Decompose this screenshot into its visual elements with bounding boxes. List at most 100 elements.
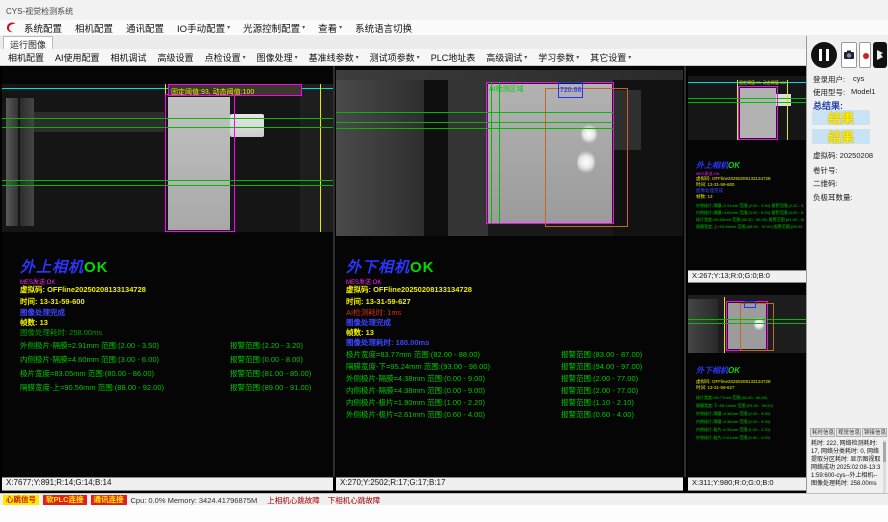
bottom-strip: [0, 505, 888, 522]
measurement-value: 外侧极片-隔膜=4.38mm 范围:(0.00 - 9.00): [696, 411, 770, 416]
process-time-text: 图像处理耗时: 180.00ms: [346, 337, 429, 348]
menu-item-camera-config[interactable]: 相机配置: [75, 21, 113, 35]
log-tab-vision[interactable]: 视觉信息: [836, 428, 861, 437]
overlay-line: [2, 185, 333, 186]
result-text: 结果: [828, 111, 854, 126]
menu-item-io-config[interactable]: IO手动配置▾: [177, 21, 230, 35]
alarm-range: 报警范围:(94.00 - 97.00): [561, 361, 642, 372]
scrollbar-thumb[interactable]: [883, 442, 886, 462]
overlay-line: [2, 127, 333, 128]
log-scrollbar[interactable]: [883, 440, 886, 498]
tool-button[interactable]: [873, 42, 887, 68]
pause-button[interactable]: [811, 42, 837, 68]
thumb-bottom-image[interactable]: [688, 295, 806, 353]
toolbar-camera-config[interactable]: 相机配置: [8, 51, 44, 64]
measurement-row: 内侧极片-隔膜=4.60mm 范围:(3.00 - 6.00)报警范围:(0.0…: [20, 354, 330, 365]
alarm-range: 报警范围:(0.60 - 4.00): [561, 409, 634, 420]
overlay-line: [688, 98, 806, 99]
overlay: [424, 80, 448, 236]
toolbar-label: 点检设置: [205, 51, 241, 64]
log-tab-rivet[interactable]: 铆接信息: [862, 428, 887, 437]
upper-camera-fault-text: 上相机心跳故障: [267, 495, 320, 506]
toolbar-camera-debug[interactable]: 相机调试: [111, 51, 147, 64]
measurement-value: 内侧极片-极片=1.90mm 范围:(1.00 - 2.20): [346, 398, 485, 407]
overlay-line: [2, 118, 333, 119]
measurement-value: 极片宽度=83.05mm 范围:(80.00 - 86.00): [20, 369, 154, 378]
measurement-value: 隔膜宽度-下=95.24mm 范围:(93.00 - 98.00): [346, 362, 490, 371]
overlay-line: [688, 319, 806, 320]
left-camera-image[interactable]: 固定阈值:93, 动态阈值:100: [2, 84, 333, 232]
toolbar-label: 学习参数: [538, 51, 574, 64]
result-ok-text: OK: [728, 366, 740, 375]
measurement-row: 内侧极片-隔膜=4.60mm 范围:(3.00 - 6.00) 报警范围:(0.…: [696, 210, 804, 216]
middle-camera-image[interactable]: 720.88 AI检测区域: [336, 70, 683, 236]
record-icon: [863, 53, 869, 59]
result-ok-text: OK: [410, 259, 435, 276]
virtual-code-text: 虚拟码: OFFline20250208133134728: [346, 284, 472, 295]
toolbar-test-item-params[interactable]: 测试项参数▾: [370, 51, 420, 64]
overlay-line: [491, 82, 492, 224]
result-ok-text: OK: [728, 161, 740, 170]
measurement-value: 隔膜宽度-上=90.56mm 范围:(88.00 - 92.00): [20, 383, 164, 392]
measurement-value: 外侧极片-极片=2.61mm 范围:(0.60 - 4.00): [346, 410, 485, 419]
model-value: Model1: [851, 87, 876, 96]
toolbar-learning-params[interactable]: 学习参数▾: [538, 51, 579, 64]
thumb-top-image[interactable]: 固定阈值:93, 动态阈值:100: [688, 76, 806, 140]
pause-icon: [826, 49, 829, 61]
tab-run-image[interactable]: 运行图像: [3, 36, 53, 50]
camera-button[interactable]: [841, 42, 857, 68]
result-ok-text: OK: [84, 259, 109, 276]
threshold-label-box: 固定阈值:93, 动态阈值:100: [168, 84, 302, 96]
measurement-value: 极片宽度=83.05mm 范围:(80.00 - 86.00): [696, 217, 767, 222]
menu-item-comm-config[interactable]: 通讯配置: [126, 21, 164, 35]
measurement-row: 隔膜宽度-上=90.56mm 范围:(88.00 - 92.00)报警范围:(8…: [20, 382, 330, 393]
measurement-row: 外侧极片-隔膜=2.91mm 范围:(2.00 - 3.50)报警范围:(2.2…: [20, 340, 330, 351]
toolbar-image-processing[interactable]: 图像处理▾: [257, 51, 298, 64]
camera-name: 外上相机: [696, 161, 728, 170]
middle-camera-title: 外下相机OK: [346, 256, 435, 277]
menu-item-view[interactable]: 查看▾: [318, 21, 342, 35]
overlay-line: [499, 82, 500, 224]
alarm-range: 报警范围:(2.00 - 77.00): [561, 373, 638, 384]
menu-item-light-control-config[interactable]: 光源控制配置▾: [243, 21, 305, 35]
toolbar-ai-usage-config[interactable]: AI使用配置: [55, 51, 100, 64]
menu-label: 查看: [318, 21, 337, 35]
measurement-row: 外侧极片-隔膜=4.38mm 范围:(0.00 - 9.00): [696, 411, 804, 417]
camera-name: 外下相机: [696, 366, 728, 375]
menu-item-language-switch[interactable]: 系统语言切换: [355, 21, 412, 35]
overlay-line: [724, 297, 725, 353]
toolbar-label: 相机配置: [8, 51, 44, 64]
tab-count-label: 负极耳数量:: [813, 192, 853, 203]
measurement-row: 外侧极片-隔膜=2.91mm 范围:(2.00 - 3.50) 报警范围:(2.…: [696, 203, 804, 209]
record-button[interactable]: [859, 42, 871, 68]
toolbar-other-settings[interactable]: 其它设置▾: [590, 51, 631, 64]
toolbar-spot-check-settings[interactable]: 点检设置▾: [205, 51, 246, 64]
result-text: 结果: [828, 130, 854, 145]
alarm-range: 报警范围:(81.00 - 85.00): [769, 217, 804, 222]
result-indicator-top: 结果: [812, 110, 870, 125]
toolbar-label: 相机调试: [111, 51, 147, 64]
lower-camera-fault-text: 下相机心跳故障: [328, 495, 381, 506]
measurement-row: 隔膜宽度-下=95.24mm 范围:(93.00 - 98.00) 报警范围:(9…: [346, 361, 676, 372]
measurement-value: 内侧极片-隔膜=4.38mm 范围:(0.00 - 9.00): [346, 386, 485, 395]
measurement-row: 隔膜宽度-下=95.24mm 范围:(93.00 - 98.00): [696, 403, 804, 409]
middle-camera-panel: 720.88 AI检测区域 外下相机OK MES发送:OK 虚拟码: OFFli…: [336, 66, 683, 491]
overlay-line: [737, 80, 738, 140]
camera-name: 外下相机: [346, 259, 410, 276]
toolbar-baseline-params[interactable]: 基准线参数▾: [309, 51, 359, 64]
ai-roi-rect: [545, 88, 628, 227]
model-label: 使用型号:: [813, 87, 845, 98]
menu-item-system-config[interactable]: 系统配置: [24, 21, 62, 35]
hand-icon: [877, 50, 883, 60]
right-sidebar: 登录用户: cys 使用型号: Model1 总结果: 结果 结果 虚拟码: 2…: [806, 36, 888, 505]
menu-label: IO手动配置: [177, 21, 225, 35]
toolbar-advanced-settings[interactable]: 高级设置: [158, 51, 194, 64]
alarm-range: 报警范围:(2.20 - 3.20): [771, 203, 804, 208]
measurement-value: 极片宽度=83.77mm 范围:(82.00 - 88.00): [696, 395, 767, 400]
time-text: 时间: 13-31-59-627: [696, 385, 735, 391]
toolbar-plc-address-table[interactable]: PLC地址表: [431, 51, 476, 64]
toolbar-advanced-debug[interactable]: 高级调试▾: [486, 51, 527, 64]
chevron-down-icon: ▾: [417, 54, 420, 61]
toolbar-label: PLC地址表: [431, 51, 476, 64]
log-tab-timing[interactable]: 耗时信息: [810, 428, 835, 437]
